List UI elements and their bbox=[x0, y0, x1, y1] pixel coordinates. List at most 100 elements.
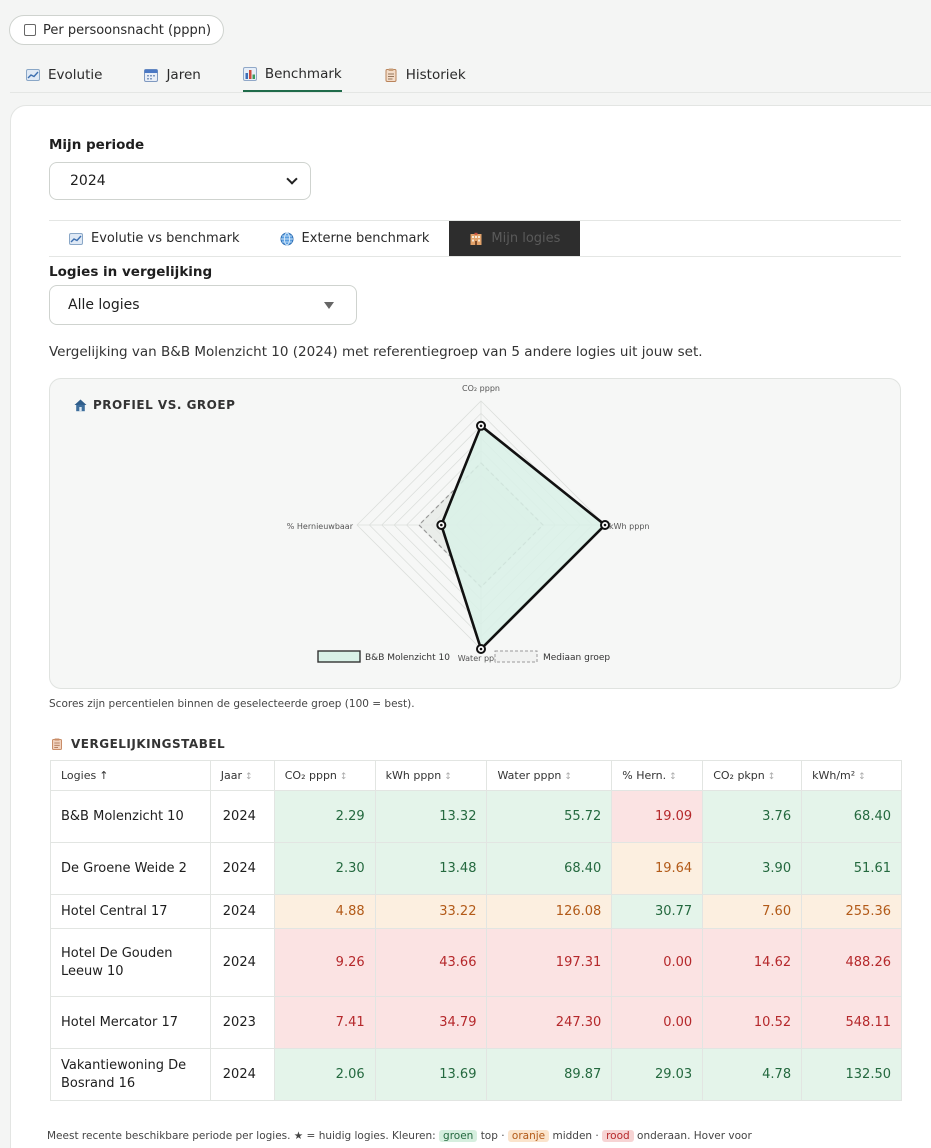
chart-line-icon bbox=[69, 232, 83, 245]
cell-jaar: 2024 bbox=[209, 894, 275, 929]
cell-jaar: 2024 bbox=[209, 790, 275, 843]
cell-value: 43.66 bbox=[374, 928, 488, 997]
tab-externe-benchmark[interactable]: Externe benchmark bbox=[260, 221, 450, 256]
cell-value: 132.50 bbox=[801, 1048, 902, 1101]
cell-value: 89.87 bbox=[486, 1048, 613, 1101]
header-kwh-pppn[interactable]: kWh pppn ↕ bbox=[374, 760, 488, 791]
sort-icon[interactable]: ↕ bbox=[858, 772, 866, 782]
axis-label: kWh pppn bbox=[609, 522, 649, 531]
table-row[interactable]: Hotel De Gouden Leeuw 10 2024 9.26 43.66 197… bbox=[50, 928, 902, 997]
sort-icon[interactable]: ↕ bbox=[564, 772, 572, 782]
cell-jaar: 2024 bbox=[209, 1048, 275, 1101]
cell-value: 126.08 bbox=[486, 894, 613, 929]
legend-median-label: Mediaan groep bbox=[543, 653, 610, 663]
sort-icon[interactable]: ↕ bbox=[340, 772, 348, 782]
header-co2-pkpn[interactable]: CO₂ pkpn ↕ bbox=[702, 760, 803, 791]
radar-chart: CO₂ pppnkWh pppnWater pppn% Hernieuwbaar… bbox=[287, 384, 650, 663]
tab-evolutie-vs-benchmark[interactable]: Evolutie vs benchmark bbox=[49, 221, 260, 256]
legend-green: groen bbox=[439, 1130, 478, 1142]
table-row[interactable]: De Groene Weide 2 2024 2.30 13.48 68.40 19.64… bbox=[50, 842, 902, 895]
periode-select[interactable]: 2024 bbox=[49, 162, 311, 200]
table-footnote: Meest recente beschikbare periode per lo… bbox=[47, 1130, 752, 1142]
tab-label: Mijn logies bbox=[491, 231, 561, 246]
cell-value: 51.61 bbox=[801, 842, 902, 895]
header-jaar[interactable]: Jaar ↕ bbox=[209, 760, 275, 791]
checkbox[interactable] bbox=[24, 24, 36, 36]
table-row[interactable]: Vakantiewoning De Bosrand 16 2024 2.06 13.6… bbox=[50, 1048, 902, 1101]
logies-select[interactable]: Alle logies bbox=[49, 285, 357, 325]
cell-value: 0.00 bbox=[611, 996, 704, 1049]
tab-label: Evolutie vs benchmark bbox=[91, 231, 240, 246]
logies-value: Alle logies bbox=[68, 297, 140, 313]
legend-orange-text: midden · bbox=[552, 1130, 599, 1142]
table-header-row: Logies ↑ Jaar ↕ CO₂ pppn ↕ kWh pppn ↕ Water … bbox=[50, 760, 902, 791]
axis-label: CO₂ pppn bbox=[462, 384, 500, 393]
cell-value: 30.77 bbox=[611, 894, 704, 929]
sort-icon[interactable]: ↕ bbox=[444, 772, 452, 782]
table-row[interactable]: B&B Molenzicht 10 2024 2.29 13.32 55.72 19.09… bbox=[50, 790, 902, 843]
cell-value: 34.79 bbox=[374, 996, 488, 1049]
chart-line-icon bbox=[26, 69, 40, 81]
toggle-label: Per persoonsnacht (pppn) bbox=[43, 22, 212, 38]
triangle-down-icon bbox=[324, 301, 334, 309]
axis-label: % Hernieuwbaar bbox=[287, 522, 354, 531]
cell-value: 488.26 bbox=[801, 928, 902, 997]
tab-label: Externe benchmark bbox=[301, 231, 430, 246]
tab-jaren[interactable]: Jaren bbox=[144, 58, 201, 92]
cell-value: 29.03 bbox=[611, 1048, 704, 1101]
cell-value: 3.90 bbox=[702, 842, 803, 895]
tab-label: Jaren bbox=[166, 67, 201, 83]
legend-orange: oranje bbox=[507, 1130, 550, 1142]
cell-value: 9.26 bbox=[273, 928, 376, 997]
cell-value: 33.22 bbox=[374, 894, 488, 929]
tab-mijn-logies[interactable]: Mijn logies bbox=[449, 221, 581, 256]
legend-series-label: B&B Molenzicht 10 bbox=[365, 653, 450, 663]
logies-label: Logies in vergelijking bbox=[49, 264, 213, 280]
hotel-icon bbox=[470, 232, 482, 245]
sort-icon[interactable]: ↕ bbox=[768, 772, 776, 782]
legend-red-text: onderaan. Hover voor bbox=[637, 1130, 752, 1142]
cell-logies: Hotel De Gouden Leeuw 10 bbox=[50, 928, 211, 997]
cell-value: 7.41 bbox=[273, 996, 376, 1049]
header-kwh-m2[interactable]: kWh/m² ↕ bbox=[801, 760, 902, 791]
cell-value: 2.29 bbox=[273, 790, 376, 843]
header-hern[interactable]: % Hern. ↕ bbox=[611, 760, 704, 791]
sort-icon[interactable]: ↕ bbox=[245, 772, 253, 782]
tab-benchmark[interactable]: Benchmark bbox=[242, 58, 342, 92]
cell-value: 55.72 bbox=[486, 790, 613, 843]
main-tabs: Evolutie Jaren Benchmark Historiek bbox=[26, 58, 508, 92]
tab-label: Evolutie bbox=[48, 67, 103, 83]
table-title: VERGELIJKINGSTABEL bbox=[51, 737, 225, 751]
series-point-center bbox=[479, 424, 483, 428]
tab-label: Benchmark bbox=[264, 66, 342, 82]
cell-value: 14.62 bbox=[702, 928, 803, 997]
radar-title-text: PROFIEL VS. GROEP bbox=[93, 398, 236, 412]
sort-icon[interactable]: ↕ bbox=[669, 772, 677, 782]
cell-value: 10.52 bbox=[702, 996, 803, 1049]
cell-jaar: 2023 bbox=[209, 996, 275, 1049]
header-logies[interactable]: Logies ↑ bbox=[50, 760, 211, 791]
series-polygon bbox=[439, 423, 607, 652]
cell-value: 548.11 bbox=[801, 996, 902, 1049]
tab-evolutie[interactable]: Evolutie bbox=[26, 58, 102, 92]
cell-value: 4.78 bbox=[702, 1048, 803, 1101]
table-row[interactable]: Hotel Mercator 17 2023 7.41 34.79 247.30 0.00… bbox=[50, 996, 902, 1049]
chevron-down-icon bbox=[286, 173, 298, 185]
series-point-center bbox=[603, 523, 607, 527]
header-co2-pppn[interactable]: CO₂ pppn ↕ bbox=[273, 760, 376, 791]
footnote-prefix: Meest recente beschikbare periode per lo… bbox=[47, 1130, 436, 1142]
per-persoonsnacht-toggle[interactable]: Per persoonsnacht (pppn) bbox=[9, 15, 225, 45]
house-icon bbox=[74, 399, 87, 411]
tab-historiek[interactable]: Historiek bbox=[384, 58, 466, 92]
table-row[interactable]: Hotel Central 17 2024 4.88 33.22 126.08 30.77… bbox=[50, 894, 902, 929]
cell-value: 255.36 bbox=[801, 894, 902, 929]
cell-value: 68.40 bbox=[486, 842, 613, 895]
cell-logies: Hotel Central 17 bbox=[50, 894, 211, 929]
benchmark-subtabs: Evolutie vs benchmark Externe benchmark … bbox=[49, 220, 901, 257]
cell-value: 19.64 bbox=[611, 842, 704, 895]
header-water-pppn[interactable]: Water pppn ↕ bbox=[486, 760, 613, 791]
clipboard-icon bbox=[385, 68, 397, 82]
comparison-table: Logies ↑ Jaar ↕ CO₂ pppn ↕ kWh pppn ↕ Water … bbox=[50, 760, 902, 1101]
sort-asc-icon[interactable]: ↑ bbox=[99, 769, 108, 782]
cell-value: 13.69 bbox=[374, 1048, 488, 1101]
